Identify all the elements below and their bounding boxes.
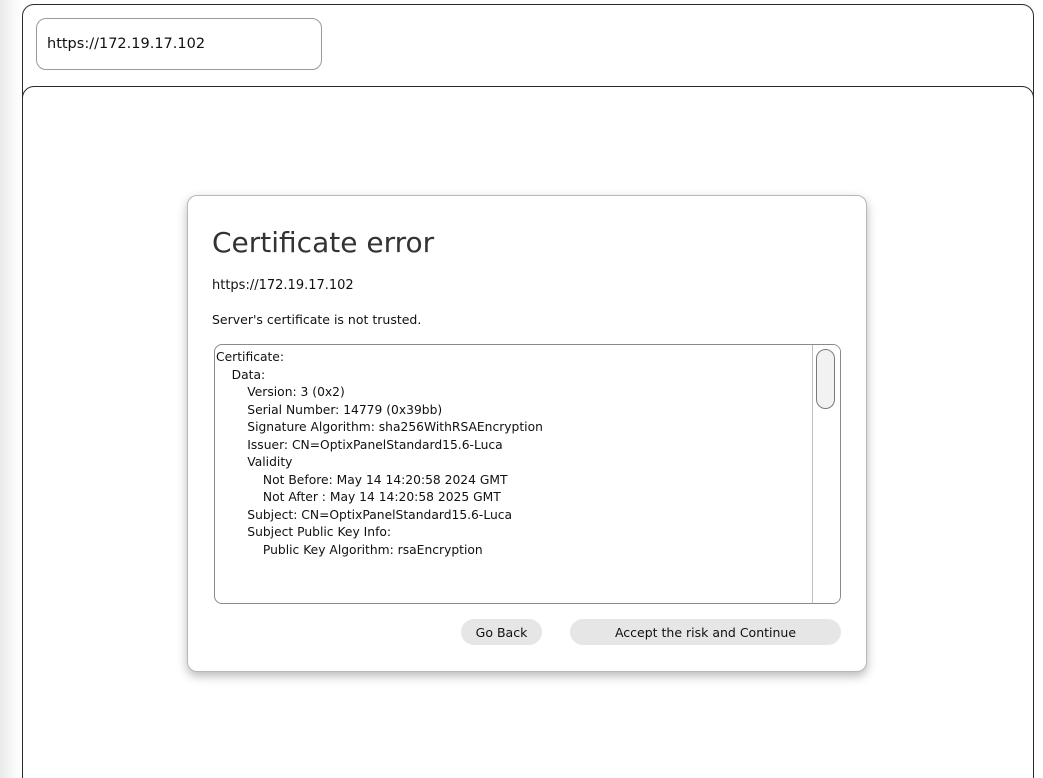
- address-bar[interactable]: https://172.19.17.102: [36, 18, 322, 70]
- certificate-line: Validity: [216, 455, 293, 469]
- dialog-message: Server's certificate is not trusted.: [212, 312, 422, 327]
- certificate-scrollbar[interactable]: [812, 345, 840, 603]
- certificate-line: Subject Public Key Info:: [216, 525, 392, 539]
- certificate-line: Signature Algorithm: sha256WithRSAEncryp…: [216, 420, 543, 434]
- certificate-line: Public Key Algorithm: rsaEncryption: [216, 542, 483, 557]
- certificate-line: Subject: CN=OptixPanelStandard15.6-Luca: [216, 507, 513, 522]
- dialog-title: Certificate error: [212, 226, 435, 259]
- certificate-scrollbar-thumb[interactable]: [816, 349, 835, 409]
- accept-risk-continue-button[interactable]: Accept the risk and Continue: [570, 619, 841, 645]
- certificate-details-textbox[interactable]: Certificate: Data: Version: 3 (0x2) Seri…: [214, 344, 841, 604]
- go-back-button[interactable]: Go Back: [461, 619, 542, 645]
- certificate-line: Certificate:: [216, 350, 285, 364]
- certificate-line: Version: 3 (0x2): [216, 385, 345, 399]
- screen: https://172.19.17.102 Certificate error …: [0, 0, 1043, 778]
- certificate-line: Not Before: May 14 14:20:58 2024 GMT: [216, 472, 508, 487]
- certificate-line: Issuer: CN=OptixPanelStandard15.6-Luca: [216, 437, 503, 452]
- certificate-line: Serial Number: 14779 (0x39bb): [216, 402, 443, 417]
- certificate-line: Data:: [216, 367, 266, 382]
- certificate-error-dialog: Certificate error https://172.19.17.102 …: [187, 195, 867, 672]
- certificate-line: Not After : May 14 14:20:58 2025 GMT: [216, 490, 501, 504]
- dialog-url: https://172.19.17.102: [212, 278, 354, 293]
- certificate-details-text: Certificate: Data: Version: 3 (0x2) Seri…: [216, 349, 806, 559]
- address-bar-url: https://172.19.17.102: [47, 35, 206, 52]
